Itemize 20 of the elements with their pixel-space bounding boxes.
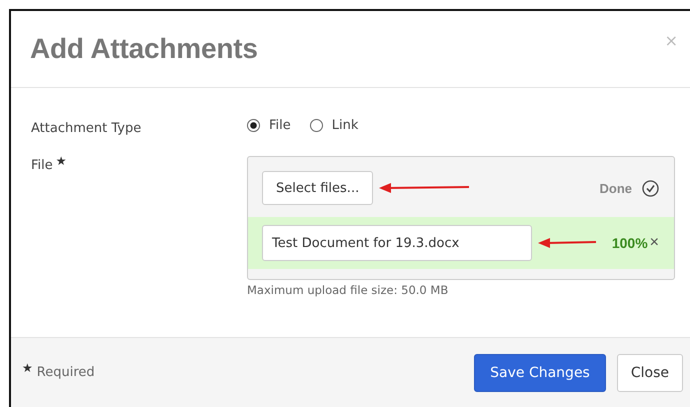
radio-button[interactable] bbox=[247, 118, 260, 132]
required-mark-label: ★ bbox=[22, 361, 33, 375]
file-name-field[interactable]: Test Document for 19.3.docx bbox=[262, 225, 532, 261]
field-label: Attachment Type bbox=[31, 120, 142, 136]
dialog-title: Add Attachments bbox=[30, 33, 258, 65]
field-label: File bbox=[31, 158, 53, 173]
status-label: Done bbox=[600, 180, 632, 196]
remove-button[interactable]: × bbox=[648, 234, 659, 252]
upload-hint: Maximum upload file size: 50.0 MB bbox=[247, 283, 450, 297]
required-mark-label: ★ bbox=[56, 154, 67, 168]
radio-button[interactable] bbox=[310, 118, 323, 132]
select-files-button[interactable]: Select files... bbox=[262, 171, 374, 205]
required-note: Required bbox=[36, 365, 95, 380]
close-button[interactable]: Close bbox=[616, 354, 683, 392]
radio-label[interactable]: Link bbox=[332, 118, 358, 132]
arrow bbox=[538, 237, 598, 249]
check-circle-icon bbox=[642, 180, 659, 196]
save-button[interactable]: Save Changes bbox=[474, 354, 606, 392]
radio-label[interactable]: File bbox=[269, 118, 291, 132]
progress-percent: 100% bbox=[612, 235, 648, 251]
